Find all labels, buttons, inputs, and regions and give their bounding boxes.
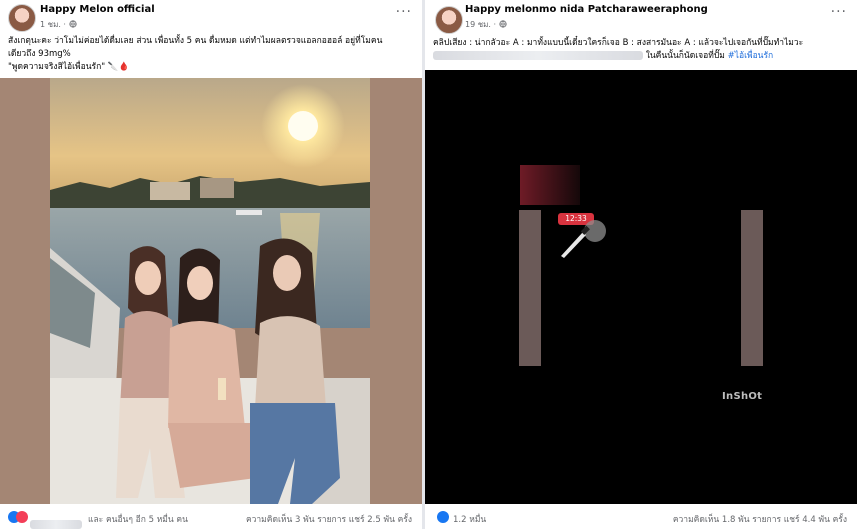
love-reaction-icon[interactable] bbox=[16, 511, 28, 523]
caption-redacted bbox=[433, 51, 643, 60]
post-footer: และ คนอื่นๆ อีก 5 หมื่น คน ความคิดเห็น 3… bbox=[0, 504, 422, 529]
reaction-count[interactable]: และ คนอื่นๆ อีก 5 หมื่น คน bbox=[88, 512, 188, 526]
like-reaction-icon[interactable] bbox=[437, 511, 449, 523]
video-time: 12:33 bbox=[565, 214, 587, 223]
globe-icon bbox=[499, 20, 507, 28]
photo-frame[interactable] bbox=[0, 78, 422, 504]
engagement-stats[interactable]: ความคิดเห็น 3 พัน รายการ แชร์ 2.5 พัน คร… bbox=[246, 512, 412, 526]
caption-line-2: ในคืนนั้นก็นัดเจอที่ปั๊ม #ไอ้เพื่อนรัก bbox=[433, 50, 773, 63]
caption-line-1: คลิปเสียง : น่ากลัวอะ A : มาทั้งแบบนี้เด… bbox=[433, 38, 804, 48]
avatar[interactable] bbox=[435, 6, 463, 34]
post-header: Happy melonmo nida Patcharaweeraphong 19… bbox=[425, 0, 857, 34]
right-post-card: Happy melonmo nida Patcharaweeraphong 19… bbox=[425, 0, 857, 529]
caption-line-1: สังเกตุนะคะ ว่าโมไม่ค่อยได้ดื่มเลย ส่วน … bbox=[8, 36, 383, 46]
globe-icon bbox=[68, 20, 77, 28]
group-photo[interactable] bbox=[50, 78, 370, 504]
post-meta[interactable]: 1 ชม. · bbox=[40, 18, 77, 31]
avatar[interactable] bbox=[8, 4, 36, 32]
hashtag-link[interactable]: #ไอ้เพื่อนรัก bbox=[728, 51, 774, 61]
video-frame bbox=[519, 165, 763, 366]
post-time[interactable]: 1 ชม. · bbox=[40, 20, 66, 29]
inshot-watermark: InShOt bbox=[722, 391, 763, 402]
photo-image bbox=[50, 78, 370, 504]
caption-line-3: "พูดความจริงสิไอ้เพื่อนรัก" 🔪🩸 bbox=[8, 62, 130, 72]
post-footer: 1.2 หมื่น ความคิดเห็น 1.8 พัน รายการ แชร… bbox=[425, 504, 857, 529]
more-options-icon[interactable]: ··· bbox=[396, 4, 412, 20]
left-post-card: Happy Melon official 1 ชม. · ··· สังเกตุ… bbox=[0, 0, 422, 529]
reaction-count[interactable]: 1.2 หมื่น bbox=[453, 512, 486, 526]
post-time[interactable]: 19 ชม. · bbox=[465, 20, 496, 29]
engagement-stats[interactable]: ความคิดเห็น 1.8 พัน รายการ แชร์ 4.4 พัน … bbox=[673, 512, 847, 526]
page-name[interactable]: Happy Melon official bbox=[40, 4, 155, 15]
caption-text: ในคืนนั้นก็นัดเจอที่ปั๊ม bbox=[645, 51, 725, 61]
post-meta[interactable]: 19 ชม. · bbox=[465, 18, 507, 31]
caption-line-2: เดียวถึง 93mg% bbox=[8, 49, 71, 59]
post-header: Happy Melon official 1 ชม. · ··· bbox=[0, 0, 422, 34]
page-name[interactable]: Happy melonmo nida Patcharaweeraphong bbox=[465, 4, 708, 15]
video-player[interactable]: 12:33 InShOt bbox=[425, 70, 857, 504]
more-options-icon[interactable]: ··· bbox=[831, 4, 847, 20]
